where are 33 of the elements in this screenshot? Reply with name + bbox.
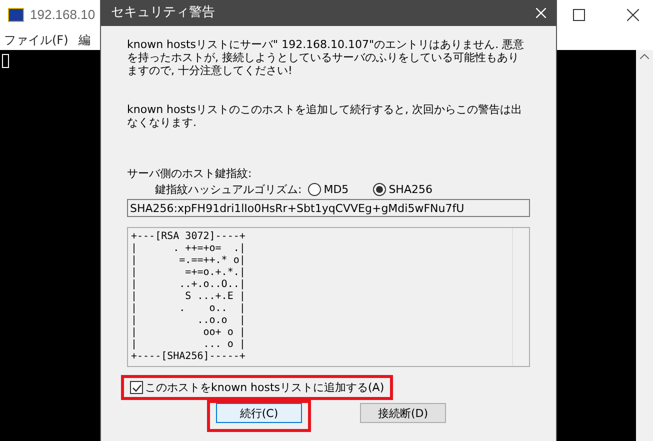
randomart-line: | . ++=+o= .|	[131, 243, 246, 255]
menu-item[interactable]: ファイル(F)	[4, 31, 68, 49]
randomart-line: | ..+.o..O..|	[131, 279, 246, 291]
maximize-icon[interactable]	[573, 9, 585, 21]
dialog-button[interactable]: 接続断(D)	[360, 403, 446, 423]
randomart-line: | . o.. |	[131, 303, 246, 315]
warning-message: known hostsリストにサーバ" 192.168.10.107"のエントリはありません. 悪意を持ったホストが, 接続しようとしているサーバのふりをしている可能性もありますので, 十分注意してください!	[127, 38, 526, 77]
fingerprint-label: サーバ側のホスト鍵指紋:	[127, 167, 252, 180]
randomart-line: | ..o.o |	[131, 315, 246, 327]
radio-button[interactable]	[308, 183, 321, 196]
dialog-title: セキュリティ警告	[111, 4, 216, 22]
randomart-line: | ... o |	[131, 339, 246, 351]
close-icon[interactable]	[627, 9, 639, 21]
info-message: known hostsリストのこのホストを追加して続行すると, 次回からこの警告は出なくなります.	[127, 103, 524, 129]
window-title: 192.168.10	[30, 6, 96, 24]
app-icon	[8, 8, 24, 22]
randomart-line: | oo+ o |	[131, 327, 246, 339]
randomart-line: | S ...+.E |	[131, 291, 246, 303]
radio-button[interactable]	[372, 183, 386, 196]
randomart-line: | =+=o.+.*.|	[131, 267, 246, 279]
randomart-line: +---[RSA 3072]----+	[131, 231, 246, 243]
checkbox[interactable]	[130, 381, 143, 394]
dialog-button[interactable]: 続行(C)	[216, 403, 302, 423]
randomart-line: | =.==++.* o|	[131, 255, 246, 267]
checkbox-label[interactable]: このホストをknown hostsリストに追加する(A)	[145, 381, 384, 394]
scrollbar[interactable]	[636, 50, 653, 441]
radio-label[interactable]: MD5	[324, 183, 349, 196]
hash-label: 鍵指紋ハッシュアルゴリズム:	[155, 183, 302, 196]
radio-label[interactable]: SHA256	[388, 183, 432, 196]
cursor	[2, 54, 9, 68]
randomart-line: +----[SHA256]-----+	[131, 351, 246, 363]
menu-item[interactable]: 編	[78, 31, 90, 49]
fingerprint-field[interactable]: SHA256:xpFH91dri1lIo0HsRr+Sbt1yqCVVEg+gMdi5wFNu7fU	[127, 199, 530, 217]
